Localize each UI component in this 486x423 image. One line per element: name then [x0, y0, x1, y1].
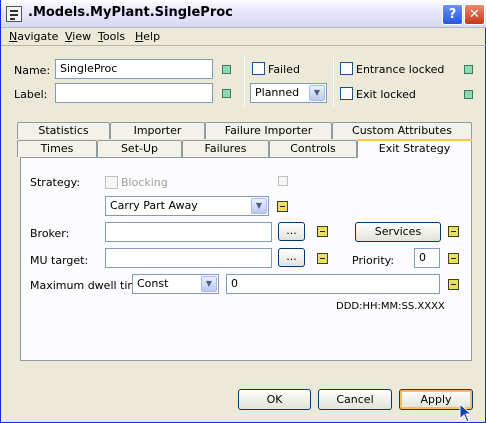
blocking-inheritance-icon[interactable] — [278, 176, 288, 186]
exit-locked-inheritance-icon[interactable] — [464, 90, 473, 99]
strategy-value: Carry Part Away — [110, 199, 198, 212]
max-dwell-time-label: Maximum dwell time: — [30, 279, 149, 292]
status-select[interactable]: Planned ▼ — [250, 83, 327, 103]
tab-failures[interactable]: Failures — [182, 140, 269, 157]
failed-label: Failed — [268, 63, 300, 76]
mouse-cursor-icon — [459, 403, 473, 423]
close-button[interactable]: ✕ — [464, 4, 485, 25]
tab-exit-strategy[interactable]: Exit Strategy — [357, 139, 472, 158]
menu-bar: Navigate View Tools Help — [1, 28, 486, 46]
max-dwell-time-field[interactable]: 0 — [226, 274, 440, 294]
broker-label: Broker: — [30, 227, 70, 240]
time-format-hint: DDD:HH:MM:SS.XXXX — [336, 301, 445, 312]
priority-inheritance-icon[interactable] — [448, 253, 459, 264]
name-inheritance-icon[interactable] — [222, 65, 231, 74]
label-field[interactable] — [55, 83, 213, 103]
broker-inheritance-icon[interactable] — [317, 226, 328, 237]
priority-label: Priority: — [352, 254, 395, 267]
mu-target-browse-button[interactable]: ... — [278, 248, 305, 267]
chevron-down-icon[interactable]: ▼ — [201, 276, 217, 292]
blocking-label: Blocking — [121, 176, 168, 189]
strategy-inheritance-icon[interactable] — [277, 201, 288, 212]
tab-statistics[interactable]: Statistics — [17, 122, 110, 139]
entrance-locked-inheritance-icon[interactable] — [464, 65, 473, 74]
cancel-button[interactable]: Cancel — [318, 389, 392, 410]
menu-tools[interactable]: Tools — [98, 30, 125, 43]
max-dwell-inheritance-icon[interactable] — [448, 279, 459, 290]
chevron-down-icon[interactable]: ▼ — [309, 85, 325, 101]
mu-target-field[interactable] — [105, 248, 272, 268]
menu-view[interactable]: View — [65, 30, 91, 43]
tab-importer[interactable]: Importer — [110, 122, 205, 139]
priority-field[interactable]: 0 — [414, 248, 440, 268]
title-bar[interactable]: .Models.MyPlant.SingleProc ? ✕ — [1, 0, 486, 28]
strategy-label: Strategy: — [30, 176, 81, 189]
exit-strategy-panel: Strategy: Blocking Carry Part Away ▼ Bro… — [20, 157, 472, 361]
broker-browse-button[interactable]: ... — [278, 222, 305, 241]
entrance-locked-label: Entrance locked — [356, 63, 445, 76]
max-dwell-distribution-value: Const — [137, 277, 169, 290]
help-button[interactable]: ? — [442, 4, 463, 25]
strategy-select[interactable]: Carry Part Away ▼ — [105, 196, 269, 216]
services-inheritance-icon[interactable] — [448, 226, 459, 237]
app-icon — [6, 6, 22, 22]
chevron-down-icon[interactable]: ▼ — [251, 198, 267, 214]
dialog-window: .Models.MyPlant.SingleProc ? ✕ Navigate … — [0, 0, 486, 423]
name-field[interactable]: SingleProc — [55, 59, 213, 79]
separator — [244, 56, 245, 106]
name-label: Name: — [14, 64, 51, 77]
mu-target-inheritance-icon[interactable] — [317, 253, 328, 264]
failed-checkbox[interactable] — [252, 62, 265, 75]
menu-navigate[interactable]: Navigate — [9, 30, 58, 43]
entrance-locked-checkbox[interactable] — [340, 62, 353, 75]
exit-locked-checkbox[interactable] — [340, 87, 353, 100]
blocking-checkbox[interactable] — [105, 176, 118, 189]
tab-set-up[interactable]: Set-Up — [97, 140, 182, 157]
max-dwell-distribution-select[interactable]: Const ▼ — [132, 274, 219, 294]
label-inheritance-icon[interactable] — [222, 89, 231, 98]
tab-controls[interactable]: Controls — [269, 140, 357, 157]
tab-failure-importer[interactable]: Failure Importer — [205, 122, 332, 139]
label-label: Label: — [14, 88, 48, 101]
services-button[interactable]: Services — [355, 222, 441, 242]
status-value: Planned — [255, 86, 300, 99]
mu-target-label: MU target: — [30, 254, 89, 267]
separator — [333, 56, 334, 106]
ok-button[interactable]: OK — [238, 389, 311, 410]
menu-help[interactable]: Help — [135, 30, 160, 43]
window-title: .Models.MyPlant.SingleProc — [28, 5, 233, 20]
broker-field[interactable] — [105, 222, 272, 242]
tab-custom-attributes[interactable]: Custom Attributes — [332, 122, 472, 139]
exit-locked-label: Exit locked — [356, 88, 416, 101]
tab-times[interactable]: Times — [17, 140, 97, 157]
